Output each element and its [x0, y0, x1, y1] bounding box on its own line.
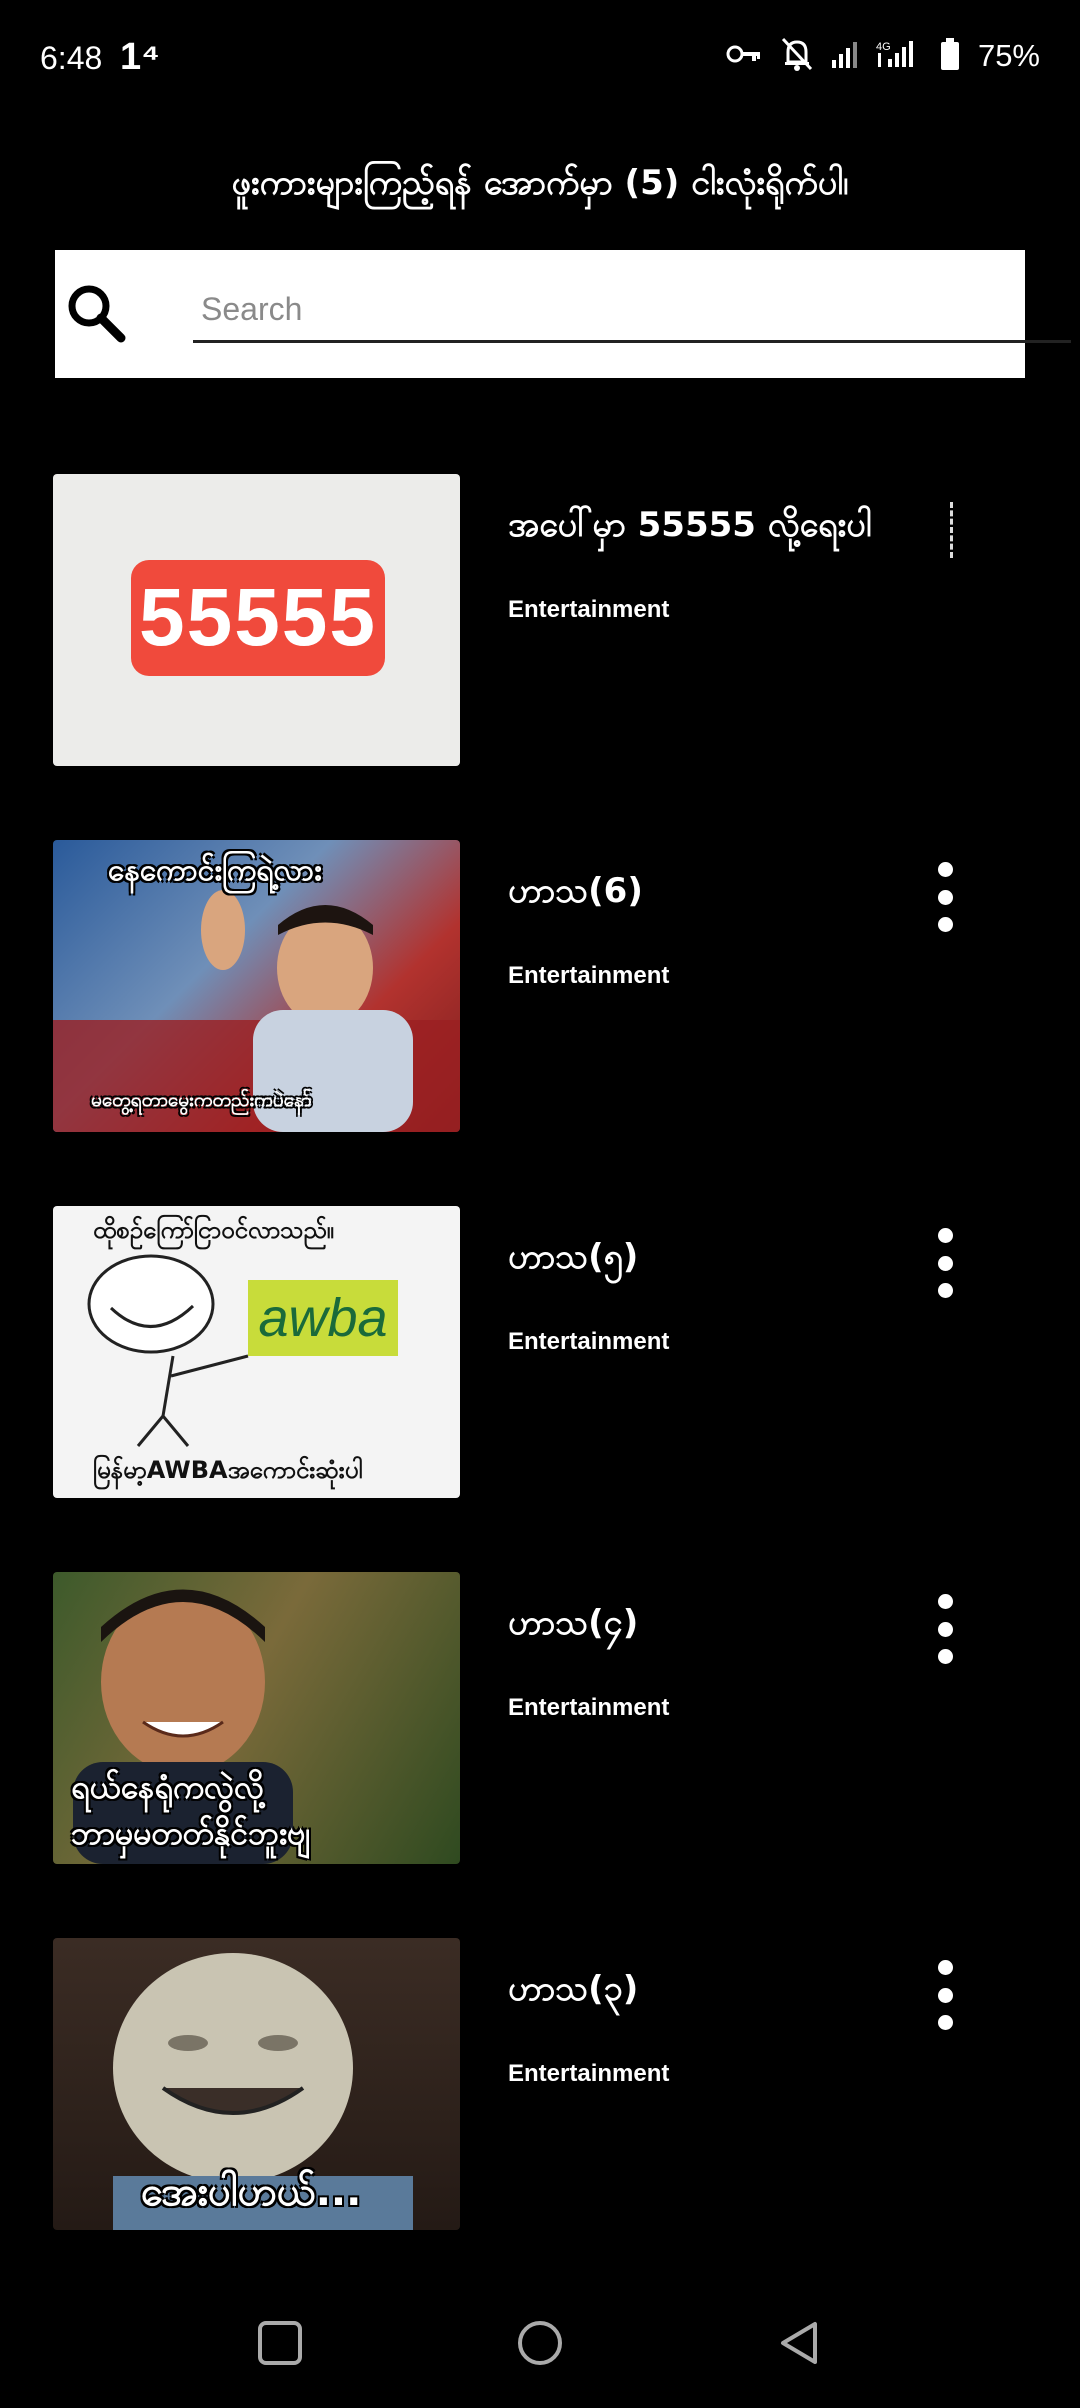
item-title[interactable]: အပေါ်မှာ 55555 လို့ရေးပါ — [508, 502, 872, 553]
more-options-icon[interactable] — [930, 1960, 960, 2030]
recents-square-icon[interactable] — [235, 2298, 325, 2388]
item-category: Entertainment — [508, 1328, 670, 1355]
notifications-off-icon — [780, 36, 814, 76]
search-icon[interactable] — [63, 280, 133, 350]
page-instruction: ဖူးကားများကြည့်ရန် အောက်မှာ (5) ငါးလုံးရ… — [231, 163, 849, 203]
list-item[interactable]: နေကောင်းကြရဲ့လား မတွေ့ရတာမွေးကတည်းကပဲနော… — [0, 840, 1080, 1206]
back-triangle-icon[interactable] — [755, 2298, 845, 2388]
thumbnail-caption: ဘာမှမတတ်နိုင်ဘူးဗျ — [71, 1814, 311, 1852]
4g-signal-icon: 4G — [876, 39, 922, 73]
status-time: 6:48 — [40, 40, 103, 76]
thumbnail-caption: နေကောင်းကြရဲ့လား — [108, 853, 322, 888]
list-item[interactable]: အေးပါဟယ်... ဟာသ(၃) Entertainment — [0, 1938, 1080, 2304]
thumbnail-caption: မြန်မာ့AWBAအကောင်းဆုံးပါ — [93, 1456, 363, 1484]
item-category: Entertainment — [508, 962, 670, 989]
battery-icon — [940, 38, 960, 74]
thumbnail-caption: ထိုစဉ်ကြော်ငြာဝင်လာသည်။ — [93, 1216, 334, 1244]
more-options-icon[interactable] — [930, 862, 960, 932]
thumbnail-image[interactable]: ရယ်နေရုံကလွဲလို့ ဘာမှမတတ်နိုင်ဘူးဗျ — [53, 1572, 460, 1864]
vpn-key-icon — [726, 42, 762, 70]
more-options-icon[interactable] — [930, 1594, 960, 1664]
list-item[interactable]: 55555 အပေါ်မှာ 55555 လို့ရေးပါ Entertain… — [0, 474, 1080, 840]
item-title[interactable]: ဟာသ(၃) — [508, 1966, 638, 2017]
divider — [950, 502, 956, 558]
item-title[interactable]: ဟာသ(၅) — [508, 1234, 638, 1285]
list-item[interactable]: ရယ်နေရုံကလွဲလို့ ဘာမှမတတ်နိုင်ဘူးဗျ ဟာသ(… — [0, 1572, 1080, 1938]
search-bar — [55, 250, 1071, 378]
item-category: Entertainment — [508, 2060, 670, 2087]
signal-icon — [831, 40, 858, 72]
item-category: Entertainment — [508, 596, 670, 623]
thumbnail-image[interactable]: ထိုစဉ်ကြော်ငြာဝင်လာသည်။ awba မြန်မာ့AWBA… — [53, 1206, 460, 1498]
thumbnail-image[interactable]: နေကောင်းကြရဲ့လား မတွေ့ရတာမွေးကတည်းကပဲနော… — [53, 840, 460, 1132]
thumbnail-caption: ရယ်နေရုံကလွဲလို့ — [71, 1768, 265, 1806]
svg-text:4G: 4G — [876, 41, 891, 53]
data-indicator: 1⁴ — [120, 36, 160, 78]
thumbnail-image[interactable]: အေးပါဟယ်... — [53, 1938, 460, 2230]
item-category: Entertainment — [508, 1694, 670, 1721]
thumbnail-caption: မတွေ့ရတာမွေးကတည်းကပဲနော် — [91, 1089, 312, 1111]
navigation-bar — [0, 2278, 1080, 2408]
status-bar: 6:48 1⁴ 4G 75% — [0, 0, 1080, 120]
video-list: 55555 အပေါ်မှာ 55555 လို့ရေးပါ Entertain… — [0, 474, 1080, 2304]
home-circle-icon[interactable] — [495, 2298, 585, 2388]
thumbnail-caption: 55555 — [131, 560, 385, 676]
search-input[interactable] — [193, 278, 1071, 343]
status-icons: 4G 75% — [726, 36, 1040, 76]
item-title[interactable]: ဟာသ(၄) — [508, 1600, 638, 1651]
thumbnail-image[interactable]: 55555 — [53, 474, 460, 766]
thumbnail-caption: အေးပါဟယ်... — [141, 2169, 362, 2215]
item-title[interactable]: ဟာသ(6) — [508, 868, 643, 919]
more-options-icon[interactable] — [930, 1228, 960, 1298]
list-item[interactable]: ထိုစဉ်ကြော်ငြာဝင်လာသည်။ awba မြန်မာ့AWBA… — [0, 1206, 1080, 1572]
awba-logo: awba — [248, 1280, 398, 1356]
battery-percent: 75% — [977, 38, 1040, 73]
